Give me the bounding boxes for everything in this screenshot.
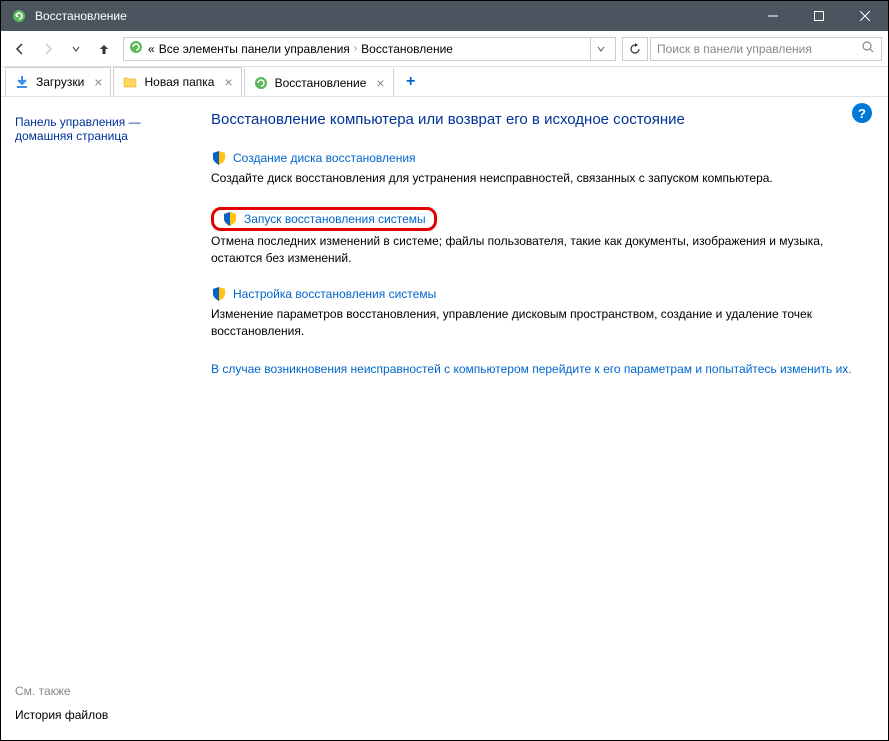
address-bar[interactable]: « Все элементы панели управления › Восст… [123,37,616,61]
nav-toolbar: « Все элементы панели управления › Восст… [1,31,888,67]
page-heading: Восстановление компьютера или возврат ег… [211,111,858,128]
minimize-button[interactable] [750,1,796,31]
shield-icon [211,150,227,166]
tab-label: Восстановление [275,76,367,90]
sidebar-footer: См. также История файлов [15,684,187,722]
configure-restore-link[interactable]: Настройка восстановления системы [233,287,436,301]
window-title: Восстановление [35,9,750,23]
maximize-button[interactable] [796,1,842,31]
recent-dropdown[interactable] [63,36,89,62]
forward-button[interactable] [35,36,61,62]
app-icon [11,8,27,24]
option-create-recovery-drive: Создание диска восстановления Создайте д… [211,150,858,187]
tab-folder[interactable]: Новая папка × [113,67,241,96]
chevron-right-icon: › [354,43,357,54]
titlebar: Восстановление [1,1,888,31]
option-configure-restore: Настройка восстановления системы Изменен… [211,286,858,340]
highlight-callout: Запуск восстановления системы [211,207,437,231]
address-icon [128,39,144,58]
download-icon [14,74,30,90]
option-description: Создайте диск восстановления для устране… [211,170,858,187]
tab-label: Загрузки [36,75,84,89]
system-restore-link[interactable]: Запуск восстановления системы [244,212,426,226]
troubleshoot-link[interactable]: В случае возникновения неисправностей с … [211,360,858,378]
main-content: ? Восстановление компьютера или возврат … [201,97,888,740]
breadcrumb-item[interactable]: Восстановление [361,42,453,56]
create-recovery-drive-link[interactable]: Создание диска восстановления [233,151,416,165]
tab-downloads[interactable]: Загрузки × [5,67,111,96]
new-tab-button[interactable]: + [396,67,426,96]
tab-close-button[interactable]: × [224,74,232,90]
file-history-link[interactable]: История файлов [15,708,187,722]
breadcrumb-prefix: « [148,42,155,56]
refresh-button[interactable] [622,37,648,61]
folder-icon [122,74,138,90]
option-description: Изменение параметров восстановления, упр… [211,306,858,340]
tab-close-button[interactable]: × [376,75,384,91]
window: Восстановление « Все элементы панели упр… [0,0,889,741]
tab-close-button[interactable]: × [94,74,102,90]
close-button[interactable] [842,1,888,31]
tab-label: Новая папка [144,75,214,89]
up-button[interactable] [91,36,117,62]
window-buttons [750,1,888,31]
tab-recovery[interactable]: Восстановление × [244,67,394,96]
back-button[interactable] [7,36,33,62]
address-dropdown[interactable] [590,38,611,60]
tab-bar: Загрузки × Новая папка × Восстановление … [1,67,888,97]
search-icon [861,40,875,57]
content-body: Панель управления — домашняя страница См… [1,97,888,740]
sidebar: Панель управления — домашняя страница См… [1,97,201,740]
recovery-icon [253,75,269,91]
option-description: Отмена последних изменений в системе; фа… [211,233,858,267]
control-panel-home-link[interactable]: Панель управления — домашняя страница [15,115,187,143]
breadcrumb-item[interactable]: Все элементы панели управления [159,42,350,56]
option-system-restore: Запуск восстановления системы Отмена пос… [211,207,858,267]
shield-icon [211,286,227,302]
see-also-label: См. также [15,684,187,698]
search-input[interactable]: Поиск в панели управления [650,37,882,61]
help-button[interactable]: ? [852,103,872,123]
search-placeholder: Поиск в панели управления [657,42,861,56]
shield-icon [222,211,238,227]
